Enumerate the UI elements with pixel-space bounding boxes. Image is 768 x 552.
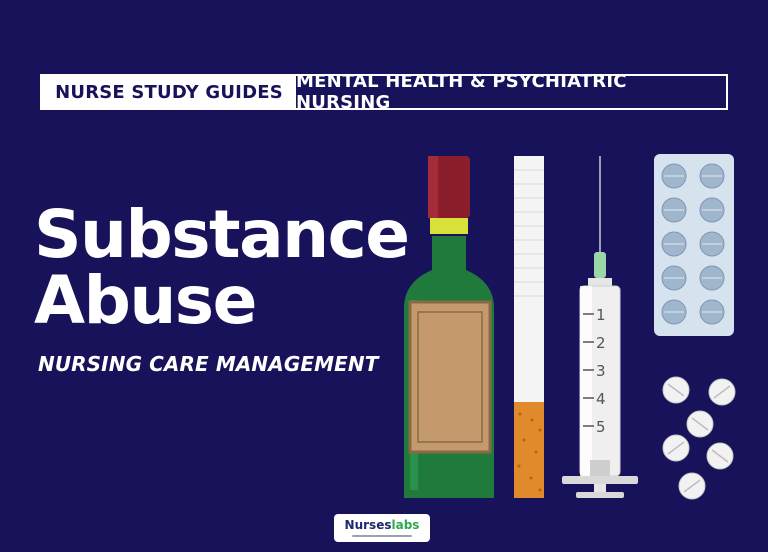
syringe-scale-3: 3 [596, 362, 606, 380]
syringe-scale-4: 4 [596, 390, 606, 408]
nurseslabs-logo: Nurseslabs [334, 514, 430, 542]
loose-pills-icon [662, 376, 736, 500]
wine-bottle-icon [404, 156, 494, 498]
syringe-scale-1: 1 [596, 306, 606, 324]
cigarette-icon [514, 156, 544, 498]
logo-name-part2: labs [391, 518, 420, 532]
logo-name-part1: Nurses [344, 518, 392, 532]
pill-blister-pack-icon [654, 154, 734, 336]
illustration: 1 2 3 4 5 [404, 154, 736, 500]
logo-tagline-bar [352, 535, 412, 537]
syringe-scale-2: 2 [596, 334, 606, 352]
syringe-scale-5: 5 [596, 418, 606, 436]
syringe-icon: 1 2 3 4 5 [562, 156, 638, 498]
